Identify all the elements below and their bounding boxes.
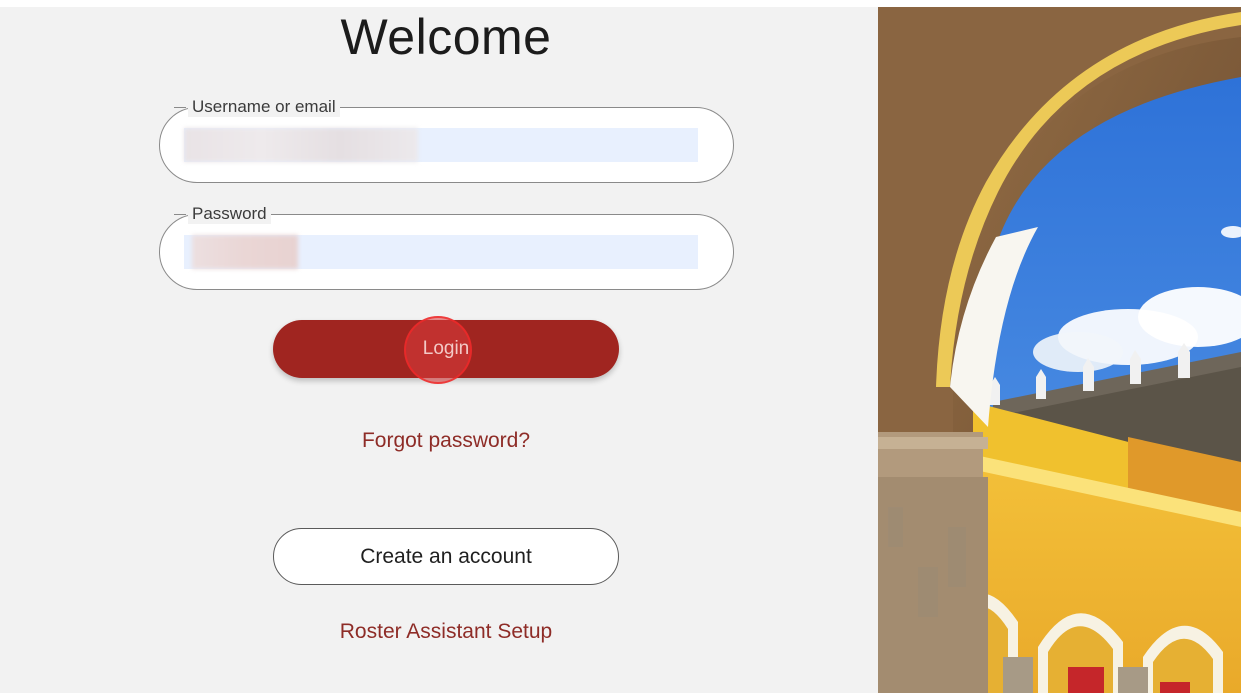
archway-photo-icon xyxy=(878,7,1241,693)
page-title: Welcome xyxy=(340,9,552,65)
username-label: Username or email xyxy=(174,97,354,117)
login-button[interactable] xyxy=(273,320,619,378)
password-field[interactable]: Password xyxy=(159,204,734,290)
roster-assistant-setup-link[interactable]: Roster Assistant Setup xyxy=(0,620,892,644)
username-redacted-value xyxy=(184,128,418,162)
username-field[interactable]: Username or email xyxy=(159,97,734,183)
password-redacted-value xyxy=(192,235,298,269)
forgot-password-link[interactable]: Forgot password? xyxy=(0,429,892,453)
hero-image xyxy=(878,7,1241,693)
create-account-button[interactable]: Create an account xyxy=(273,528,619,585)
password-label: Password xyxy=(174,204,285,224)
